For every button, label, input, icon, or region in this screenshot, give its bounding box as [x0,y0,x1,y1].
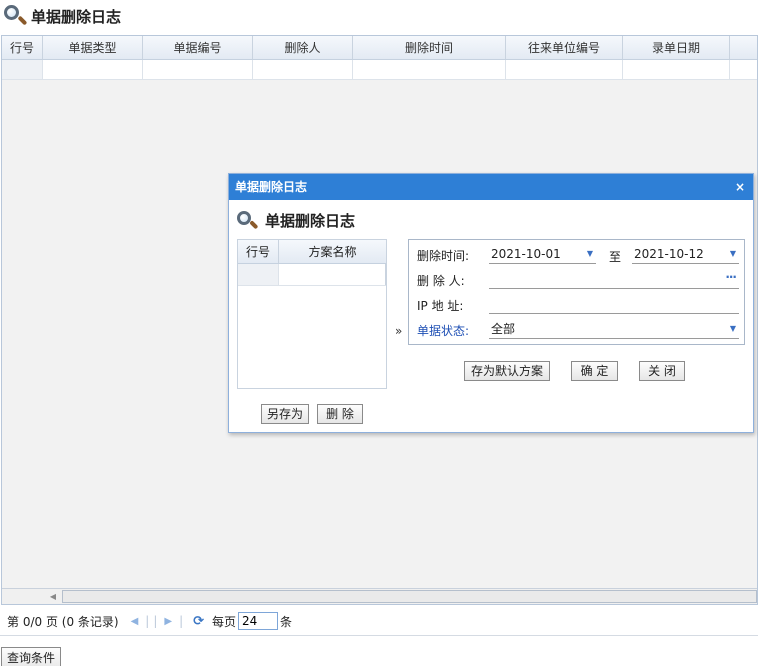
ip-input[interactable] [489,294,739,314]
status-row: 单据状态: [417,319,489,341]
row-cell [238,264,279,285]
pager-separator: | [179,614,184,628]
dialog-heading: 单据删除日志 [237,210,355,231]
row-cell [253,60,353,79]
scheme-table: 行号 方案名称 [237,239,387,389]
column-header-entry-date[interactable]: 录单日期 [623,36,730,59]
ip-label: IP 地 址: [417,298,464,313]
dropdown-arrow-icon[interactable]: ▼ [730,244,736,264]
pager-separator: | [153,614,158,628]
pager: 第 0/0 页 (0 条记录) ◀ | | ▶ | ⟳ 每页 条 [0,608,758,634]
delete-scheme-button[interactable]: 删 除 [317,404,363,424]
scheme-column-row-number[interactable]: 行号 [238,240,279,263]
row-cell [43,60,143,79]
delete-time-label: 删除时间: [417,248,470,263]
per-page-unit: 条 [280,614,293,629]
per-page-input[interactable] [238,612,279,630]
dialog-heading-text: 单据删除日志 [265,212,356,230]
row-cell [623,60,730,79]
horizontal-scrollbar[interactable]: ◀ [2,588,757,604]
save-as-button[interactable]: 另存为 [261,404,309,424]
deleter-row: 删 除 人: [417,269,489,291]
refresh-icon[interactable]: ⟳ [193,614,204,629]
row-cell [506,60,623,79]
pager-separator: | [145,614,150,628]
page-title: 单据删除日志 [31,7,122,26]
column-header-partner-number[interactable]: 往来单位编号 [506,36,623,59]
page-info: 第 0/0 页 (0 条记录) [7,614,119,629]
close-icon[interactable]: × [735,174,745,200]
row-cell [279,264,386,285]
magnifier-icon [237,210,259,231]
page-header: 单据删除日志 [0,0,758,32]
per-page-label: 每页 [212,614,237,629]
grid-header: 行号 单据类型 单据编号 删除人 删除时间 往来单位编号 录单日期 [2,36,757,60]
status-label: 单据状态: [417,323,470,338]
status-select[interactable]: 全部 ▼ [489,319,739,339]
column-header-delete-time[interactable]: 删除时间 [353,36,506,59]
column-header-row-number[interactable]: 行号 [2,36,43,59]
table-row[interactable] [2,60,757,80]
date-to-field[interactable]: 2021-10-12 ▼ [632,244,739,264]
to-label: 至 [609,250,622,264]
ok-button[interactable]: 确 定 [571,361,618,381]
status-value: 全部 [491,322,516,336]
ellipsis-icon[interactable]: ··· [725,267,737,287]
dropdown-arrow-icon[interactable]: ▼ [587,244,593,264]
magnifier-icon [4,5,28,27]
close-button[interactable]: 关 闭 [639,361,685,381]
row-cell [353,60,506,79]
column-header-doc-type[interactable]: 单据类型 [43,36,143,59]
row-cell [143,60,253,79]
scheme-column-name[interactable]: 方案名称 [279,240,386,263]
column-header-doc-number[interactable]: 单据编号 [143,36,253,59]
save-default-scheme-button[interactable]: 存为默认方案 [464,361,550,381]
deleter-input[interactable]: ··· [489,269,739,289]
ip-row: IP 地 址: [417,294,489,316]
table-row[interactable] [238,264,386,286]
dialog-titlebar[interactable]: 单据删除日志 × [229,174,753,200]
criteria-panel: 删除时间: 2021-10-01 ▼ 至 2021-10-12 ▼ 删 除 人:… [408,239,745,345]
date-to-value: 2021-10-12 [634,247,704,261]
delete-log-dialog: 单据删除日志 × 单据删除日志 行号 方案名称 另存为 删 除 » 删除时间: … [228,173,754,433]
scroll-left-icon[interactable]: ◀ [46,591,60,603]
date-from-field[interactable]: 2021-10-01 ▼ [489,244,596,264]
dialog-title: 单据删除日志 [235,180,308,194]
date-from-value: 2021-10-01 [491,247,561,261]
column-header-filler [730,36,757,59]
query-conditions-button[interactable]: 查询条件 [1,647,62,666]
row-cell [2,60,43,79]
scheme-table-header: 行号 方案名称 [238,240,386,264]
column-header-deleter[interactable]: 删除人 [253,36,353,59]
dropdown-arrow-icon[interactable]: ▼ [730,319,736,339]
next-page-icon[interactable]: ▶ [164,616,172,627]
divider [0,635,758,636]
scrollbar-thumb[interactable] [62,590,757,603]
deleter-label: 删 除 人: [417,273,465,288]
expand-icon[interactable]: » [395,324,402,338]
delete-time-row: 删除时间: [417,244,489,266]
first-page-icon[interactable]: ◀ [131,616,139,627]
